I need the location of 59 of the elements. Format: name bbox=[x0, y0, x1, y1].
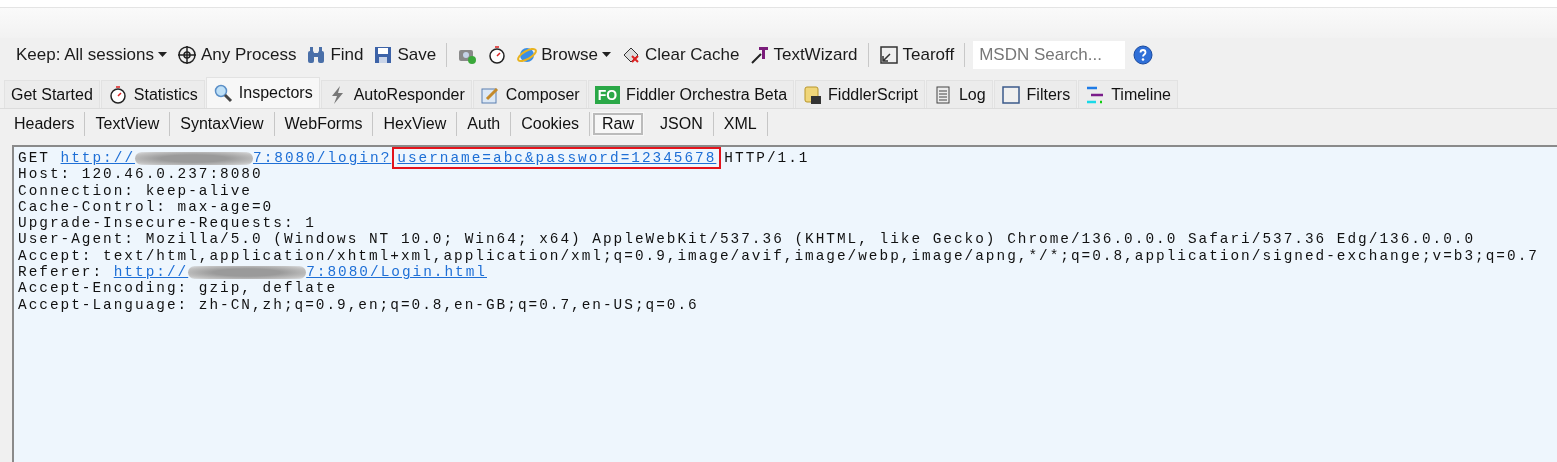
view-tab[interactable]: TextView bbox=[85, 112, 171, 136]
inspector-tab[interactable]: Log bbox=[925, 80, 993, 108]
caret-icon bbox=[601, 52, 611, 58]
header-line: Connection: keep-alive bbox=[18, 182, 253, 199]
toolbar-button[interactable]: Clear Cache bbox=[618, 45, 742, 65]
inspector-tab[interactable]: Get Started bbox=[4, 80, 100, 108]
help-button[interactable] bbox=[1131, 45, 1156, 65]
inspector-tab[interactable]: AutoResponder bbox=[320, 80, 472, 108]
inspector-tab[interactable]: Timeline bbox=[1078, 80, 1178, 108]
inspector-tab[interactable]: Statistics bbox=[100, 80, 205, 108]
view-tab[interactable]: HexView bbox=[373, 112, 458, 136]
view-tab[interactable]: WebForms bbox=[274, 112, 374, 136]
toolbar-button[interactable]: TextWizard bbox=[747, 45, 860, 65]
url-link[interactable]: 7:8080/login? bbox=[253, 150, 392, 167]
binoculars-icon bbox=[306, 45, 327, 65]
orchestra-badge: FO bbox=[594, 85, 621, 104]
header-line: Host: 120.46.0.237:8080 bbox=[18, 166, 264, 183]
inspector-tab[interactable]: FiddlerScript bbox=[795, 80, 925, 108]
header-line: Accept-Language: zh-CN,zh;q=0.9,en;q=0.8,en-GB;q=0.7,en-US;q=0.6 bbox=[18, 296, 700, 313]
magic-wand-icon bbox=[749, 45, 770, 65]
checkbox-icon bbox=[1000, 84, 1021, 105]
header-line: Accept: text/html,application/xhtml+xml,application/xml;q=0.9,image/avif,image/webp,image/apng,*/*;q=0.8,application/signed-exchange;v=b3;q=0.7 bbox=[18, 247, 1540, 265]
raw-text: Referer: bbox=[18, 264, 104, 281]
url-link[interactable]: 7:8080/Login.html bbox=[306, 264, 487, 281]
toolbar-button[interactable]: Save bbox=[371, 45, 439, 65]
timeline-icon bbox=[1085, 84, 1106, 105]
header-line: Upgrade-Insecure-Requests: 1 bbox=[18, 215, 317, 232]
keep-sessions-dropdown[interactable]: Keep: All sessions bbox=[14, 45, 169, 65]
view-tab[interactable]: Cookies bbox=[511, 112, 591, 136]
raw-text: GET bbox=[18, 150, 50, 167]
raw-text: HTTP/1.1 bbox=[724, 150, 810, 167]
inspector-tab[interactable]: Filters bbox=[993, 80, 1078, 108]
view-tab[interactable]: Auth bbox=[457, 112, 512, 136]
highlighted-query-link[interactable]: username=abc&password=12345678 bbox=[395, 150, 719, 167]
crosshair-icon bbox=[176, 45, 197, 65]
inspector-tab[interactable]: Composer bbox=[472, 80, 587, 108]
toolbar-button[interactable]: Any Process bbox=[174, 45, 299, 65]
stopwatch-icon bbox=[487, 45, 508, 65]
view-tab[interactable]: XML bbox=[713, 112, 768, 136]
help-icon bbox=[1133, 45, 1154, 65]
inspector-tab[interactable]: Inspectors bbox=[205, 77, 320, 108]
view-tab[interactable]: Headers bbox=[4, 112, 86, 136]
toolbar-button[interactable]: Tearoff bbox=[876, 45, 957, 65]
inspector-tab[interactable]: FO Fiddler Orchestra Beta bbox=[587, 80, 795, 108]
url-link[interactable]: http:// bbox=[113, 264, 189, 281]
url-link[interactable]: http:// bbox=[60, 150, 135, 167]
detach-window-icon bbox=[878, 45, 899, 65]
view-tab[interactable]: JSON bbox=[650, 112, 714, 136]
magnifier-icon bbox=[212, 83, 233, 103]
caret-icon bbox=[157, 52, 167, 58]
toolbar-button[interactable]: Find bbox=[304, 45, 366, 65]
header-line: Cache-Control: max-age=0 bbox=[18, 198, 275, 216]
view-tab[interactable]: Raw bbox=[592, 112, 645, 136]
view-tab[interactable]: SyntaxView bbox=[170, 112, 275, 136]
stopwatch-icon bbox=[107, 84, 128, 105]
header-line: User-Agent: Mozilla/5.0 (Windows NT 10.0; Win64; x64) AppleWebKit/537.36 (KHTML, like Gecko) Chrome/136.0.0.0 Safari/537.36 Edg/136.0.0.0 bbox=[18, 231, 1477, 248]
header-line: Accept-Encoding: gzip, deflate bbox=[18, 280, 339, 297]
search-field[interactable]: MSDN Search... bbox=[973, 41, 1126, 69]
browse-split-button[interactable]: Browse bbox=[515, 45, 613, 65]
